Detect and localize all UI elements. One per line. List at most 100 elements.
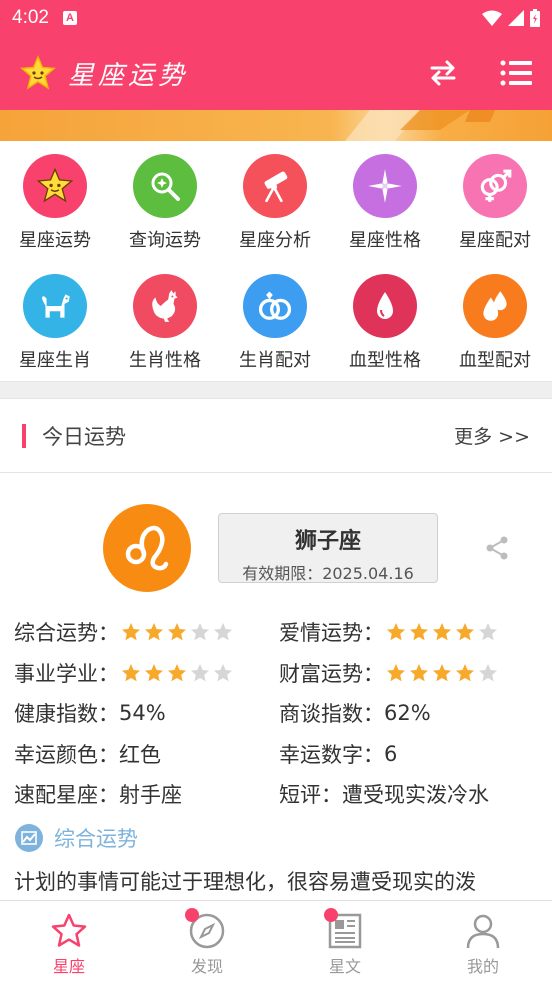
grid-item-label: 生肖配对 bbox=[239, 350, 311, 371]
notification-icon: A bbox=[62, 11, 77, 25]
banner-image[interactable] bbox=[0, 110, 552, 141]
star-rating bbox=[121, 663, 233, 683]
detail-value: 62% bbox=[384, 701, 431, 726]
gender-pair-icon bbox=[463, 154, 527, 218]
detail-value: 54% bbox=[119, 701, 166, 726]
star-filled-icon bbox=[122, 623, 140, 641]
star-empty-icon bbox=[479, 623, 497, 641]
grid-item-label: 星座生肖 bbox=[19, 350, 91, 371]
grid-item-zodiac-personality[interactable]: 生肖性格 bbox=[110, 261, 220, 381]
love-fortune: 爱情运势： bbox=[279, 617, 544, 647]
sign-card: 狮子座 有效期限：2025.04.16 bbox=[0, 473, 552, 603]
banner-decoration bbox=[345, 110, 495, 141]
grid-item-label: 查询运势 bbox=[129, 230, 201, 251]
star-filled-icon bbox=[433, 623, 451, 641]
grid-item-blood-personality[interactable]: 血型性格 bbox=[330, 261, 440, 381]
star-filled-icon bbox=[145, 663, 163, 682]
star-empty-icon bbox=[191, 623, 209, 641]
swap-arrows-icon[interactable] bbox=[428, 58, 458, 88]
rooster-icon bbox=[133, 274, 197, 338]
grid-item-star-match[interactable]: 星座配对 bbox=[440, 141, 550, 261]
grid-item-star-personality[interactable]: 星座性格 bbox=[330, 141, 440, 261]
grid-item-label: 星座运势 bbox=[19, 230, 91, 251]
negotiation-index: 商谈指数： 62% bbox=[279, 698, 544, 728]
nav-tab-discover[interactable]: 发现 bbox=[138, 901, 276, 983]
star-filled-icon bbox=[387, 623, 405, 641]
wealth-fortune: 财富运势： bbox=[279, 658, 544, 688]
magnifier-icon bbox=[133, 154, 197, 218]
star-rating bbox=[386, 622, 498, 642]
fortune-details: 综合运势： 爱情运势： 事业学业： 财富运势： 健康指数： 54% 商谈指数： … bbox=[14, 612, 544, 815]
grid-item-star-zodiac[interactable]: 星座生肖 bbox=[0, 261, 110, 381]
detail-key: 幸运颜色： bbox=[14, 742, 119, 767]
detail-row: 事业学业： 财富运势： bbox=[14, 653, 544, 694]
telescope-icon bbox=[243, 154, 307, 218]
nav-tab-articles[interactable]: 星文 bbox=[276, 901, 414, 983]
grid-item-zodiac-match[interactable]: 生肖配对 bbox=[220, 261, 330, 381]
star-empty-icon bbox=[479, 663, 497, 682]
star-empty-icon bbox=[214, 663, 232, 682]
detail-row: 幸运颜色： 红色 幸运数字： 6 bbox=[14, 734, 544, 775]
grid-item-label: 血型配对 bbox=[459, 350, 531, 371]
grid-item-star-fortune[interactable]: 星座运势 bbox=[0, 141, 110, 261]
star-filled-icon bbox=[122, 663, 140, 682]
detail-key: 短评： bbox=[279, 783, 342, 808]
lucky-number: 幸运数字： 6 bbox=[279, 739, 544, 769]
nav-label: 星座 bbox=[52, 957, 85, 976]
detail-value: 6 bbox=[384, 741, 398, 766]
star-empty-icon bbox=[214, 623, 232, 641]
battery-icon bbox=[530, 9, 540, 27]
grid-item-label: 星座分析 bbox=[239, 230, 311, 251]
bottom-nav: 星座 发现 星文 我的 bbox=[0, 900, 552, 983]
today-fortune-title: 今日运势 bbox=[42, 424, 126, 449]
status-icons bbox=[482, 9, 540, 27]
grid-item-blood-match[interactable]: 血型配对 bbox=[440, 261, 550, 381]
section-divider bbox=[0, 381, 552, 399]
career-fortune: 事业学业： bbox=[14, 658, 279, 688]
star-filled-icon bbox=[387, 663, 405, 682]
trend-chart-icon bbox=[15, 824, 43, 852]
short-comment: 短评： 遭受现实泼冷水 bbox=[279, 779, 544, 809]
star-empty-icon bbox=[191, 663, 209, 682]
detail-value: 遭受现实泼冷水 bbox=[342, 783, 489, 808]
share-icon[interactable] bbox=[484, 535, 510, 561]
grid-item-label: 生肖性格 bbox=[129, 350, 201, 371]
star-face-icon bbox=[20, 55, 56, 90]
grid-item-query-fortune[interactable]: 查询运势 bbox=[110, 141, 220, 261]
more-link[interactable]: 更多 >> bbox=[454, 422, 530, 449]
app-bar: 星座运势 bbox=[0, 36, 552, 110]
wifi-icon bbox=[482, 10, 502, 26]
detail-row: 综合运势： 爱情运势： bbox=[14, 612, 544, 653]
nav-tab-mine[interactable]: 我的 bbox=[414, 901, 552, 983]
fortune-description: 计划的事情可能过于理想化，很容易遭受现实的泼 bbox=[14, 870, 476, 894]
today-fortune-header: 今日运势 更多 >> bbox=[0, 399, 552, 473]
sign-info-box[interactable]: 狮子座 有效期限：2025.04.16 bbox=[218, 513, 438, 583]
star-filled-icon bbox=[433, 663, 451, 682]
dog-icon bbox=[23, 274, 87, 338]
rings-icon bbox=[243, 274, 307, 338]
star-filled-icon bbox=[168, 623, 186, 641]
sign-valid-date: 有效期限：2025.04.16 bbox=[242, 564, 414, 583]
person-icon bbox=[466, 914, 500, 949]
detail-value: 红色 bbox=[119, 742, 161, 767]
detail-key: 商谈指数： bbox=[279, 702, 384, 727]
list-menu-icon[interactable] bbox=[500, 59, 532, 87]
star-filled-icon bbox=[145, 623, 163, 641]
nav-tab-star[interactable]: 星座 bbox=[0, 901, 138, 983]
double-drop-icon bbox=[463, 274, 527, 338]
detail-key: 爱情运势： bbox=[279, 621, 384, 646]
star-face-icon bbox=[23, 154, 87, 218]
grid-item-star-analysis[interactable]: 星座分析 bbox=[220, 141, 330, 261]
feature-grid: 星座运势 查询运势 星座分析 星座性格 星座配对 星座生肖 生肖性格 生肖配对 … bbox=[0, 141, 552, 381]
nav-label: 星文 bbox=[328, 957, 361, 976]
detail-key: 综合运势： bbox=[14, 621, 119, 646]
grid-item-label: 星座配对 bbox=[459, 230, 531, 251]
blood-drop-icon bbox=[353, 274, 417, 338]
star-rating bbox=[386, 663, 498, 683]
nav-label: 我的 bbox=[466, 957, 499, 976]
star-filled-icon bbox=[410, 663, 428, 682]
star-outline-icon bbox=[51, 913, 87, 947]
leo-symbol-icon[interactable] bbox=[103, 504, 191, 592]
badge-dot bbox=[185, 908, 199, 922]
app-title: 星座运势 bbox=[68, 60, 189, 91]
